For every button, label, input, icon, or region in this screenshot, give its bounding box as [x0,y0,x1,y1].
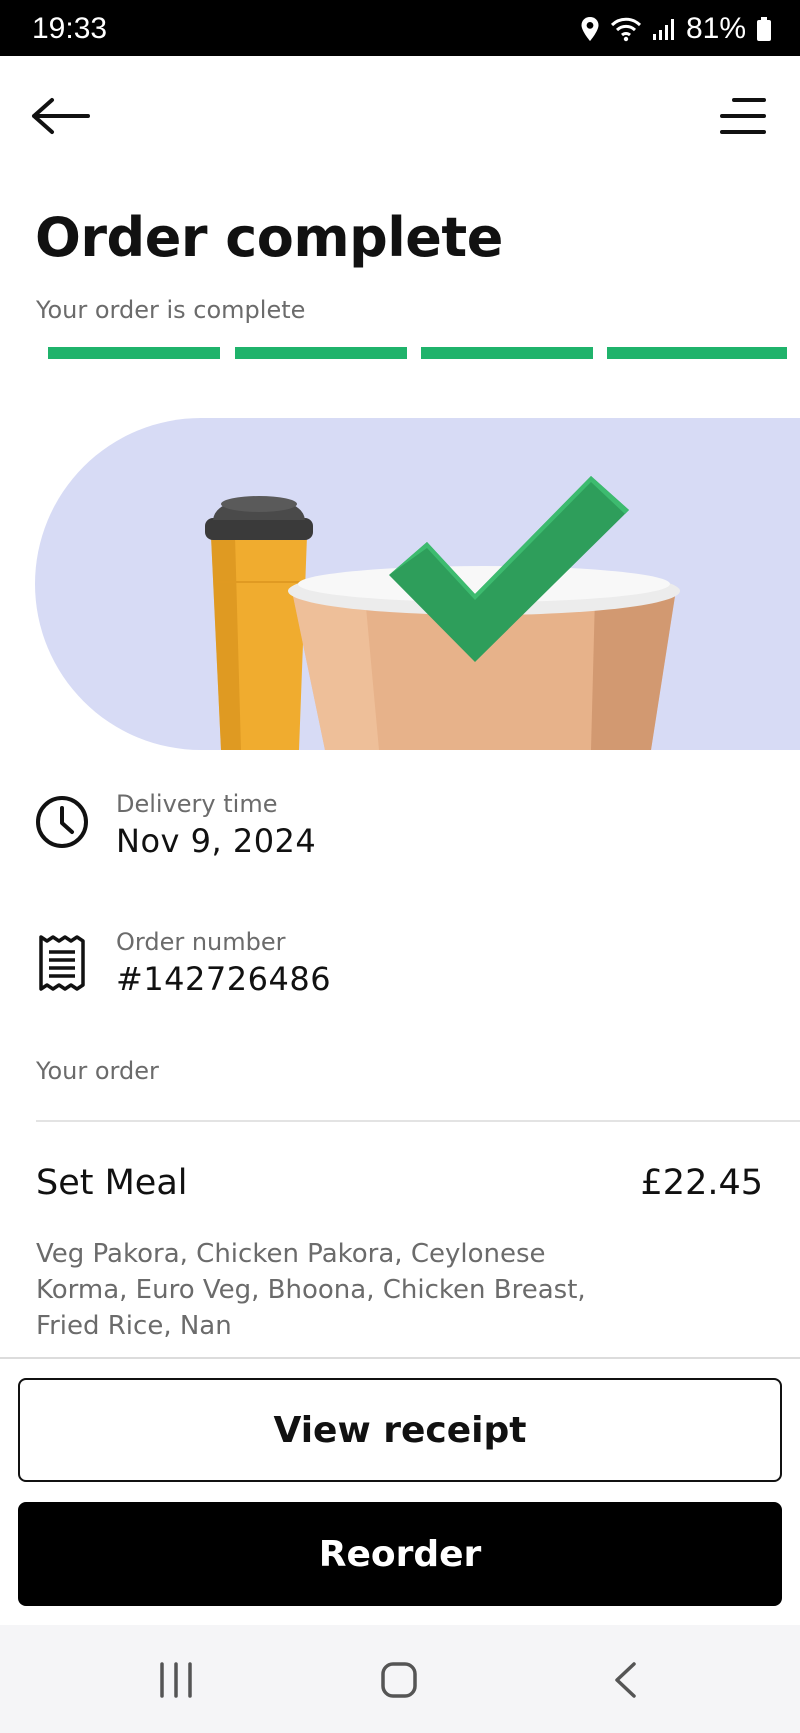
battery-percent: 81% [685,12,746,45]
top-bar [0,56,800,176]
status-time: 19:33 [32,12,108,45]
clock-icon [34,794,90,854]
reorder-button[interactable]: Reorder [18,1502,782,1606]
delivery-time-label: Delivery time [116,790,278,818]
page-title: Order complete [35,206,503,269]
status-bar: 19:33 81% [0,0,800,56]
item-name: Set Meal [36,1163,188,1203]
progress-step-2 [235,347,407,359]
order-progress-bar [48,347,787,361]
back-button[interactable] [30,96,94,136]
system-nav-bar [0,1625,800,1733]
menu-icon [720,98,766,134]
progress-step-4 [607,347,787,359]
menu-button[interactable] [718,96,768,136]
back-arrow-icon [32,98,90,134]
bottom-sheet-divider [0,1357,800,1359]
receipt-icon [38,934,86,996]
home-icon[interactable] [380,1661,418,1703]
order-status-text: Your order is complete [36,296,306,324]
item-price: £22.45 [640,1163,763,1203]
back-nav-icon[interactable] [612,1661,638,1703]
view-receipt-button[interactable]: View receipt [18,1378,782,1482]
item-description: Veg Pakora, Chicken Pakora, Ceylonese Ko… [36,1239,586,1341]
order-complete-illustration [35,418,800,750]
progress-step-3 [421,347,593,359]
battery-icon [756,16,772,42]
progress-step-1 [48,347,220,359]
status-icons: 81% [580,12,772,46]
coffee-cups-checkmark-icon [205,476,680,750]
location-icon [580,16,600,42]
section-divider [36,1120,800,1122]
delivery-time-value: Nov 9, 2024 [116,822,317,860]
your-order-heading: Your order [36,1057,159,1085]
recent-apps-icon[interactable] [158,1661,194,1703]
order-number-value: #142726486 [116,960,332,998]
signal-icon [652,16,676,42]
wifi-icon [610,16,642,42]
order-number-label: Order number [116,928,286,956]
